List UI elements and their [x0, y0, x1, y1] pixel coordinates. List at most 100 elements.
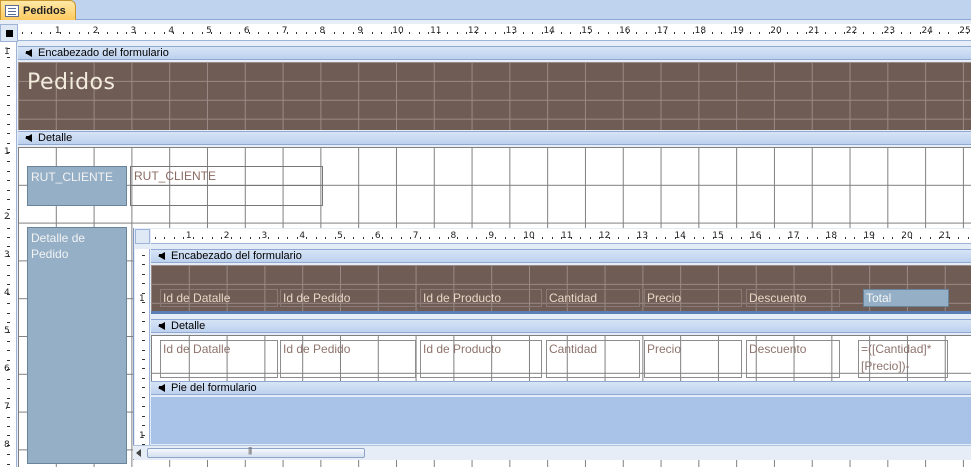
ruler-tick	[192, 237, 194, 239]
subform-horizontal-scrollbar[interactable]	[133, 445, 971, 459]
ruler-tick	[7, 180, 10, 182]
ruler-tick	[7, 284, 10, 286]
ruler-number: 5	[4, 326, 10, 336]
subform-section-bar-detail[interactable]: Detalle	[151, 319, 971, 333]
field-total-formula[interactable]: =([Cantidad]* [Precio])-	[858, 340, 948, 378]
ruler-tick	[674, 32, 676, 34]
ruler-tick	[325, 237, 327, 239]
header-label-id-producto[interactable]: Id de Producto	[420, 289, 542, 307]
ruler-tick	[142, 349, 145, 351]
ruler-number: 7	[4, 402, 10, 412]
rut-cliente-textbox[interactable]: RUT_CLIENTE	[130, 166, 323, 186]
ruler-number: 1	[54, 26, 61, 36]
ruler-tick	[7, 237, 10, 238]
ruler-tick	[142, 340, 145, 342]
section-arrow-icon	[157, 251, 167, 261]
ruler-number: 4	[4, 288, 10, 298]
rut-cliente-label[interactable]: RUT_CLIENTE	[27, 166, 127, 206]
ruler-number: 21	[939, 231, 951, 241]
vertical-ruler[interactable]: 1 1 2 3 4 5 6 7 8	[0, 42, 17, 467]
rut-cliente-textbox-border	[130, 186, 323, 206]
header-label-id-detalle[interactable]: Id de Datalle	[160, 289, 278, 307]
form-title-label[interactable]: Pedidos	[27, 70, 115, 95]
ruler-number: 17	[787, 231, 800, 241]
ruler-tick	[296, 237, 298, 239]
ruler-tick	[183, 237, 185, 239]
ruler-number: 12	[598, 231, 611, 241]
ruler-tick	[494, 32, 496, 34]
ruler-tick	[447, 237, 449, 239]
field-id-detalle[interactable]: Id de Datalle	[160, 340, 278, 378]
subform-vertical-ruler[interactable]: 11	[135, 249, 150, 445]
subform-section-bar-header[interactable]: Encabezado del formulario	[151, 249, 971, 263]
ruler-tick	[31, 32, 33, 34]
ruler-number: 16	[750, 231, 762, 241]
ruler-tick	[627, 237, 629, 239]
ruler-tick	[693, 237, 695, 239]
ruler-tick	[372, 237, 374, 239]
form-selector[interactable]	[0, 24, 18, 42]
ruler-tick	[344, 237, 345, 239]
ruler-tick	[7, 274, 10, 276]
field-id-producto[interactable]: Id de Producto	[420, 340, 542, 378]
ruler-tick	[88, 32, 90, 34]
section-bar-detail[interactable]: Detalle	[18, 131, 971, 145]
field-id-pedido[interactable]: Id de Pedido	[280, 340, 416, 378]
ruler-tick	[305, 32, 307, 34]
field-precio[interactable]: Precio	[644, 340, 742, 378]
ruler-tick	[807, 237, 809, 239]
ruler-tick	[229, 32, 231, 34]
ruler-tick	[78, 32, 80, 34]
ruler-tick	[409, 32, 411, 34]
header-label-cantidad[interactable]: Cantidad	[546, 289, 640, 307]
header-label-precio[interactable]: Precio	[644, 289, 742, 307]
ruler-tick	[882, 237, 884, 239]
ruler-number: 23	[883, 26, 896, 36]
subform-horizontal-ruler[interactable]: 1 2 3 4 5 6 7 8 9 10 11 12 13 14 15 16 17 18 19 20 21	[151, 229, 971, 244]
document-tab-pedidos[interactable]: Pedidos	[0, 0, 76, 20]
ruler-tick	[769, 237, 771, 239]
ruler-tick	[7, 378, 10, 380]
ruler-number: 8	[450, 231, 457, 241]
ruler-tick	[7, 142, 10, 144]
ruler-number: 11	[561, 231, 573, 241]
ruler-tick	[211, 237, 213, 239]
form-header-area[interactable]	[18, 62, 971, 130]
ruler-tick	[7, 123, 10, 125]
ruler-tick	[854, 237, 856, 239]
subform-section-bar-footer[interactable]: Pie del formulario	[151, 381, 971, 395]
ruler-tick	[343, 32, 345, 34]
header-label-id-pedido[interactable]: Id de Pedido	[280, 289, 416, 307]
ruler-tick	[7, 133, 10, 135]
ruler-tick	[844, 237, 846, 239]
ruler-tick	[173, 237, 175, 239]
ruler-tick	[142, 425, 145, 427]
subform-selector[interactable]	[135, 229, 150, 244]
ruler-tick	[522, 32, 524, 34]
ruler-tick	[7, 227, 10, 229]
ruler-tick	[7, 57, 10, 59]
field-descuento[interactable]: Descuento	[746, 340, 840, 378]
ruler-number: 6	[4, 364, 10, 374]
ruler-number: 14	[674, 231, 686, 241]
ruler-tick	[7, 463, 10, 465]
ruler-number: 20	[901, 231, 913, 241]
ruler-number: 24	[921, 26, 933, 36]
ruler-tick	[787, 32, 789, 34]
header-label-total[interactable]: Total	[863, 289, 949, 307]
ruler-tick	[164, 237, 166, 239]
ruler-number: 8	[319, 26, 326, 36]
header-label-descuento[interactable]: Descuento	[746, 289, 840, 307]
ruler-tick	[182, 32, 184, 34]
scroll-left-arrow-icon[interactable]	[136, 449, 141, 457]
field-cantidad[interactable]: Cantidad	[546, 340, 640, 378]
subform-footer-area[interactable]	[151, 397, 971, 444]
horizontal-ruler[interactable]: 1 2 3 4 5 6 7 8 9 10 11 12 13 14 15 16 17 18 19 20 21 22 23 24 2…	[18, 24, 971, 41]
section-bar-form-header[interactable]: Encabezado del formulario	[18, 46, 971, 60]
ruler-tick	[7, 388, 10, 390]
ruler-tick	[683, 32, 685, 34]
ruler-tick	[825, 32, 827, 34]
scrollbar-thumb[interactable]	[147, 446, 365, 458]
subform-label[interactable]: Detalle de Pedido	[27, 227, 127, 464]
ruler-number: 8	[4, 440, 10, 450]
